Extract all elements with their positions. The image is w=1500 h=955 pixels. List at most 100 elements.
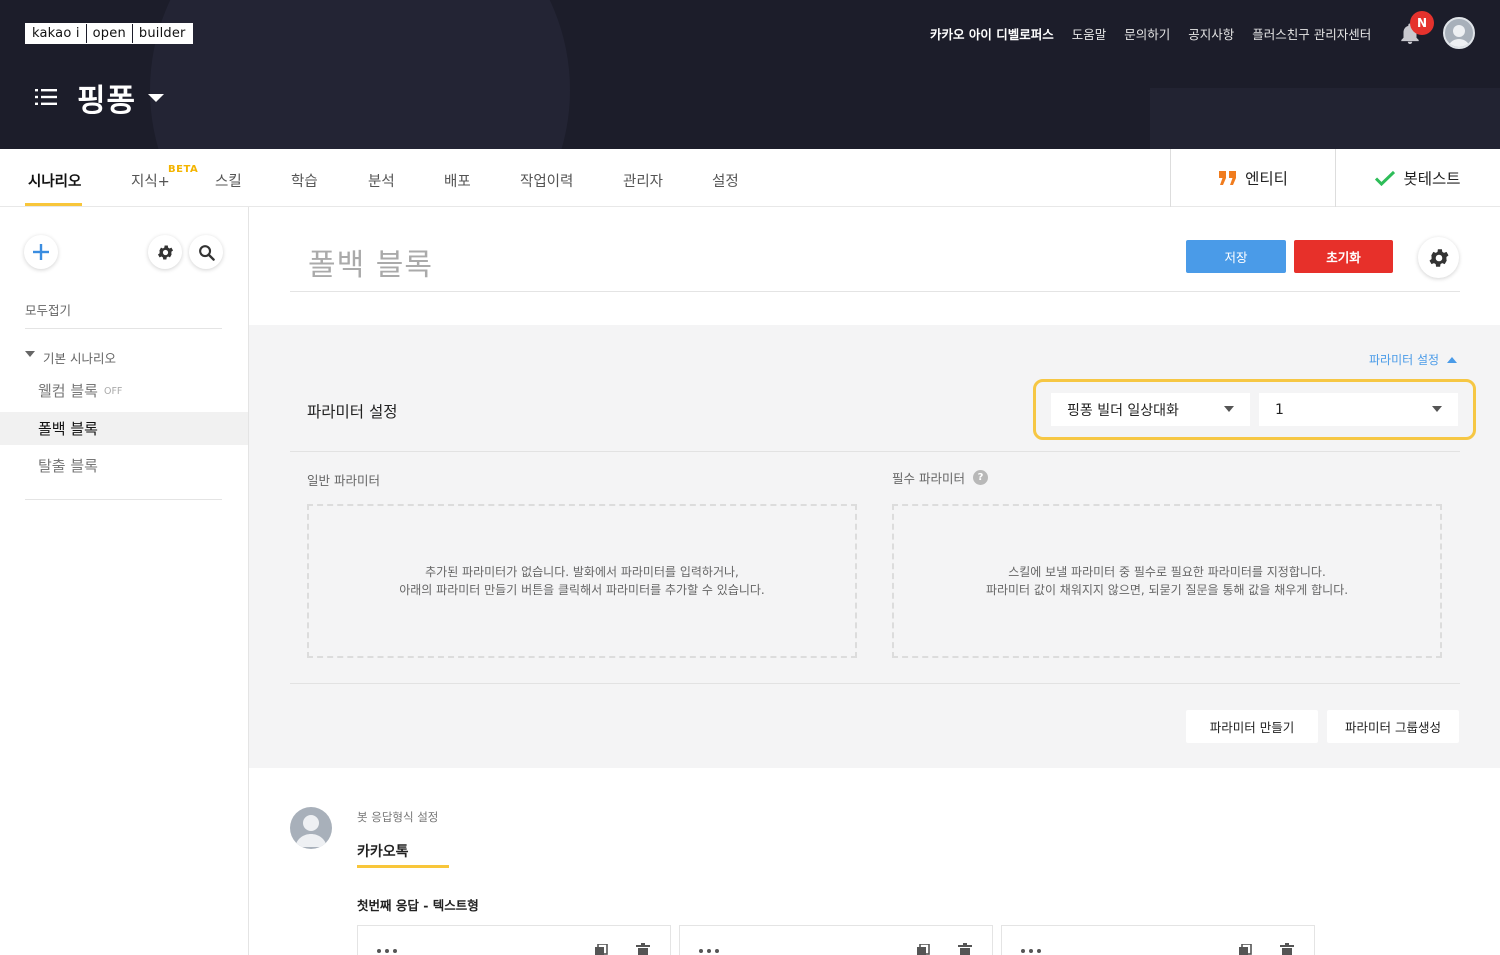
header-decoration: [150, 0, 570, 149]
sidebar-item-label: 웰컴 블록: [38, 382, 98, 400]
menu-list-icon[interactable]: [35, 87, 57, 107]
tab-settings[interactable]: 설정: [712, 170, 739, 191]
nav-notice[interactable]: 공지사항: [1188, 24, 1234, 43]
response-card[interactable]: [357, 925, 671, 955]
sidebar-divider: [25, 328, 222, 329]
sidebar-item-exit-block[interactable]: 탈출 블록: [0, 449, 248, 482]
tab-analysis[interactable]: 분석: [368, 170, 395, 191]
tab-scenario[interactable]: 시나리오: [28, 170, 81, 191]
entity-label: 엔티티: [1245, 170, 1288, 188]
sidebar-item-label: 탈출 블록: [38, 457, 98, 475]
general-parameter-text: 일반 파라미터: [307, 473, 380, 488]
copy-icon[interactable]: [916, 944, 930, 955]
general-parameter-label: 일반 파라미터: [307, 470, 380, 489]
check-icon: [1375, 170, 1396, 186]
entity-button[interactable]: 엔티티: [1170, 149, 1336, 207]
first-response-title: 첫번째 응답 - 텍스트형: [357, 898, 479, 913]
empty-message: 스킬에 보낼 파라미터 중 필수로 필요한 파라미터를 지정합니다.: [1008, 565, 1326, 579]
bot-name-title[interactable]: 핑퐁: [77, 75, 136, 120]
parameter-settings-toggle[interactable]: 파라미터 설정: [1369, 351, 1458, 368]
logo-part: builder: [131, 24, 192, 43]
chevron-down-icon: [1432, 406, 1442, 412]
nav-inquiry[interactable]: 문의하기: [1124, 24, 1170, 43]
bot-select-caret-icon[interactable]: [148, 94, 164, 102]
help-icon[interactable]: ?: [972, 470, 988, 485]
make-parameter-button[interactable]: 파라미터 만들기: [1186, 710, 1318, 743]
make-parameter-group-button[interactable]: 파라미터 그룹생성: [1327, 710, 1459, 743]
search-icon: [198, 244, 215, 261]
drag-handle-icon[interactable]: [698, 946, 720, 955]
gear-icon: [157, 245, 173, 259]
sidebar-item-welcome-block[interactable]: 웰컴 블록 OFF: [0, 374, 248, 407]
active-tab-indicator: [25, 203, 82, 206]
tab-skill[interactable]: 스킬: [215, 170, 242, 191]
nav-help[interactable]: 도움말: [1072, 24, 1107, 43]
sidebar-item-fallback-block[interactable]: 폴백 블록: [0, 412, 248, 445]
copy-icon[interactable]: [1238, 944, 1252, 955]
response-card[interactable]: [679, 925, 993, 955]
sidebar-divider: [25, 499, 222, 500]
empty-message: 추가된 파라미터가 없습니다. 발화에서 파라미터를 입력하거나,: [425, 565, 739, 579]
empty-message: 파라미터 값이 채워지지 않으면, 되묻기 질문을 통해 값을 채우게 합니다.: [985, 583, 1349, 597]
tab-deploy[interactable]: 배포: [444, 170, 471, 191]
sidebar-settings-button[interactable]: [148, 235, 182, 269]
kakaotalk-tab-indicator: [357, 865, 449, 868]
parameter-panel: 파라미터 설정 파라미터 설정 핑퐁 빌더 일상대화 1 일반 파라미터 필수 …: [249, 325, 1500, 768]
off-badge: OFF: [103, 386, 123, 397]
trash-icon[interactable]: [958, 943, 972, 955]
block-editor: 폴백 블록 저장 초기화 파라미터 설정 파라미터 설정 핑퐁 빌더 일상대화 …: [249, 207, 1500, 955]
plus-icon: [33, 244, 49, 260]
parameter-divider: [290, 683, 1460, 684]
scenario-sidebar: 모두접기 기본 시나리오 웰컴 블록 OFF 폴백 블록 탈출 블록: [0, 207, 249, 955]
skill-version-select[interactable]: 1: [1259, 393, 1458, 426]
parameter-toggle-label: 파라미터 설정: [1369, 353, 1440, 367]
skill-version-value: 1: [1275, 401, 1284, 418]
bot-test-label: 봇테스트: [1403, 170, 1461, 188]
block-settings-button[interactable]: [1418, 237, 1459, 278]
gear-icon: [1429, 248, 1448, 267]
chevron-down-icon: [1224, 406, 1234, 412]
response-card[interactable]: [1001, 925, 1315, 955]
trash-icon[interactable]: [636, 943, 650, 955]
quote-icon: [1219, 171, 1237, 185]
copy-icon[interactable]: [594, 944, 608, 955]
tab-admin[interactable]: 관리자: [623, 170, 663, 191]
tab-learning[interactable]: 학습: [291, 170, 318, 191]
skill-select[interactable]: 핑퐁 빌더 일상대화: [1051, 393, 1250, 426]
sidebar-item-label: 폴백 블록: [38, 420, 98, 438]
tab-kakaotalk[interactable]: 카카오톡: [357, 841, 409, 861]
drag-handle-icon[interactable]: [1020, 946, 1042, 955]
chevron-down-icon[interactable]: [25, 351, 35, 357]
beta-badge: BETA: [168, 164, 199, 175]
header-decoration: [1150, 88, 1500, 149]
scenario-group-title[interactable]: 기본 시나리오: [43, 348, 116, 367]
notification-badge: N: [1410, 11, 1434, 35]
collapse-all-link[interactable]: 모두접기: [25, 300, 71, 319]
chevron-up-icon: [1447, 356, 1458, 363]
tab-knowledge[interactable]: 지식+: [131, 170, 170, 191]
kakao-open-builder-logo[interactable]: kakao i open builder: [25, 23, 193, 44]
nav-kakao-developers[interactable]: 카카오 아이 디벨로퍼스: [930, 24, 1054, 43]
bot-response-format-label: 봇 응답형식 설정: [357, 810, 439, 824]
empty-message: 아래의 파라미터 만들기 버튼을 클릭해서 파라미터를 추가할 수 있습니다.: [399, 583, 765, 597]
drag-handle-icon[interactable]: [376, 946, 398, 955]
bot-avatar-icon: [295, 815, 327, 847]
user-avatar[interactable]: [1443, 17, 1475, 49]
tab-history[interactable]: 작업이력: [520, 170, 573, 191]
reset-button[interactable]: 초기화: [1294, 240, 1393, 273]
top-nav: 카카오 아이 디벨로퍼스 도움말 문의하기 공지사항 플러스친구 관리자센터: [930, 24, 1371, 43]
save-button[interactable]: 저장: [1186, 240, 1286, 273]
add-scenario-button[interactable]: [24, 235, 58, 269]
title-divider: [290, 291, 1460, 292]
required-parameter-empty-box: 스킬에 보낼 파라미터 중 필수로 필요한 파라미터를 지정합니다. 파라미터 …: [892, 504, 1442, 658]
nav-plusfriend-admin[interactable]: 플러스친구 관리자센터: [1252, 24, 1371, 43]
logo-part: open: [85, 24, 132, 43]
trash-icon[interactable]: [1280, 943, 1294, 955]
bot-test-button[interactable]: 봇테스트: [1335, 149, 1500, 207]
block-title[interactable]: 폴백 블록: [308, 240, 433, 284]
sidebar-search-button[interactable]: [189, 235, 223, 269]
required-parameter-text: 필수 파라미터: [892, 471, 965, 486]
parameter-divider: [290, 451, 1460, 452]
skill-select-value: 핑퐁 빌더 일상대화: [1067, 402, 1179, 419]
required-parameter-label: 필수 파라미터 ?: [892, 468, 988, 487]
